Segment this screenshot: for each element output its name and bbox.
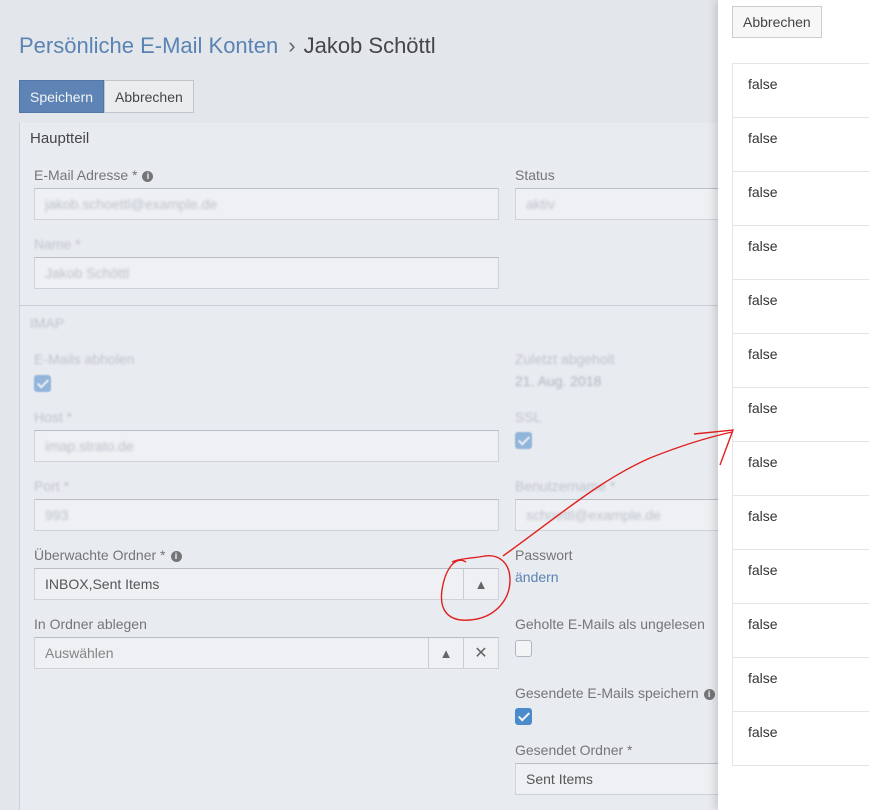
blurred-label: Port *	[34, 478, 70, 494]
sent-folder-select[interactable]: Sent Items	[515, 763, 725, 795]
breadcrumb-parent-link[interactable]: Persönliche E-Mail Konten	[19, 33, 278, 58]
blurred-label: Host *	[34, 409, 73, 425]
form-toolbar: Speichern Abbrechen	[19, 80, 194, 113]
sent-folder-label: Gesendet Ordner *	[515, 742, 633, 758]
fetched-unread-checkbox[interactable]	[515, 640, 532, 657]
fetch-checkbox[interactable]	[34, 375, 51, 392]
list-item[interactable]: false	[733, 442, 869, 496]
blurred-label: Benutzername *	[515, 478, 616, 494]
username-field[interactable]: schoettl@example.de	[515, 499, 725, 531]
info-icon: i	[170, 551, 182, 562]
ssl-checkbox[interactable]	[515, 432, 532, 449]
clear-icon[interactable]: ✕	[463, 638, 498, 668]
list-item[interactable]: false	[733, 388, 869, 442]
cancel-button[interactable]: Abbrechen	[104, 80, 194, 113]
main-panel: Hauptteil E-Mail Adresse * i jakob.schoet…	[19, 123, 725, 810]
sent-folder-value: Sent Items	[526, 771, 593, 787]
blurred-label: SSL	[515, 409, 542, 425]
blurred-label: Name *	[34, 236, 81, 252]
save-sent-label: Gesendete E-Mails speichern i	[515, 685, 715, 701]
list-item[interactable]: false	[733, 280, 869, 334]
breadcrumb-separator: ›	[288, 33, 296, 58]
port-field[interactable]: 993	[34, 499, 499, 531]
info-icon: i	[703, 689, 715, 700]
side-panel: Abbrechen false false false false false …	[718, 0, 869, 810]
blurred-label: E-Mails abholen	[34, 351, 135, 367]
watched-folders-label: Überwachte Ordner * i	[34, 547, 182, 563]
email-field[interactable]: jakob.schoettl@example.de	[34, 188, 499, 220]
list-item[interactable]: false	[733, 226, 869, 280]
blurred-date-value: 21. Aug. 2018	[515, 373, 602, 389]
email-label: E-Mail Adresse * i	[34, 167, 154, 183]
chevron-up-icon[interactable]: ▲	[428, 638, 463, 668]
blurred-section-title: IMAP	[30, 315, 65, 331]
side-cancel-button[interactable]: Abbrechen	[732, 6, 822, 38]
host-field[interactable]: imap.strato.de	[34, 430, 499, 462]
list-item[interactable]: false	[733, 172, 869, 226]
blurred-name-value: Jakob Schöttl	[45, 265, 130, 281]
watched-folders-value: INBOX,Sent Items	[45, 576, 160, 592]
status-field[interactable]: aktiv	[515, 188, 725, 220]
chevron-up-icon[interactable]: ▲	[463, 569, 498, 599]
list-item[interactable]: false	[733, 64, 869, 118]
file-in-folder-select[interactable]: Auswählen ▲ ✕	[34, 637, 499, 669]
blurred-label: Zuletzt abgeholt	[515, 351, 615, 367]
password-label: Passwort	[515, 547, 573, 563]
blurred-port-value: 993	[45, 507, 69, 523]
list-item[interactable]: false	[733, 712, 869, 766]
section-divider	[20, 305, 720, 306]
list-item[interactable]: false	[733, 118, 869, 172]
list-item[interactable]: false	[733, 604, 869, 658]
file-in-folder-label: In Ordner ablegen	[34, 616, 147, 632]
file-in-folder-placeholder: Auswählen	[45, 645, 114, 661]
page-title: Jakob Schöttl	[303, 33, 436, 58]
list-item[interactable]: false	[733, 496, 869, 550]
list-item[interactable]: false	[733, 334, 869, 388]
save-button[interactable]: Speichern	[19, 80, 105, 113]
blurred-username-value: schoettl@example.de	[526, 507, 661, 523]
watched-folders-select[interactable]: INBOX,Sent Items ▲	[34, 568, 499, 600]
list-item[interactable]: false	[733, 658, 869, 712]
name-field[interactable]: Jakob Schöttl	[34, 257, 499, 289]
save-sent-checkbox[interactable]	[515, 708, 532, 725]
blurred-email-value: jakob.schoettl@example.de	[45, 196, 218, 212]
panel-title: Hauptteil	[30, 130, 90, 147]
blurred-host-value: imap.strato.de	[45, 438, 134, 454]
status-label: Status	[515, 167, 555, 183]
info-icon: i	[142, 171, 154, 182]
list-item[interactable]: false	[733, 550, 869, 604]
fetched-unread-label: Geholte E-Mails als ungelesen	[515, 616, 705, 632]
breadcrumb: Persönliche E-Mail Konten › Jakob Schöttl	[19, 33, 436, 59]
blurred-status-value: aktiv	[526, 196, 555, 212]
side-list: false false false false false false fals…	[732, 63, 869, 766]
change-password-link[interactable]: ändern	[515, 569, 559, 585]
